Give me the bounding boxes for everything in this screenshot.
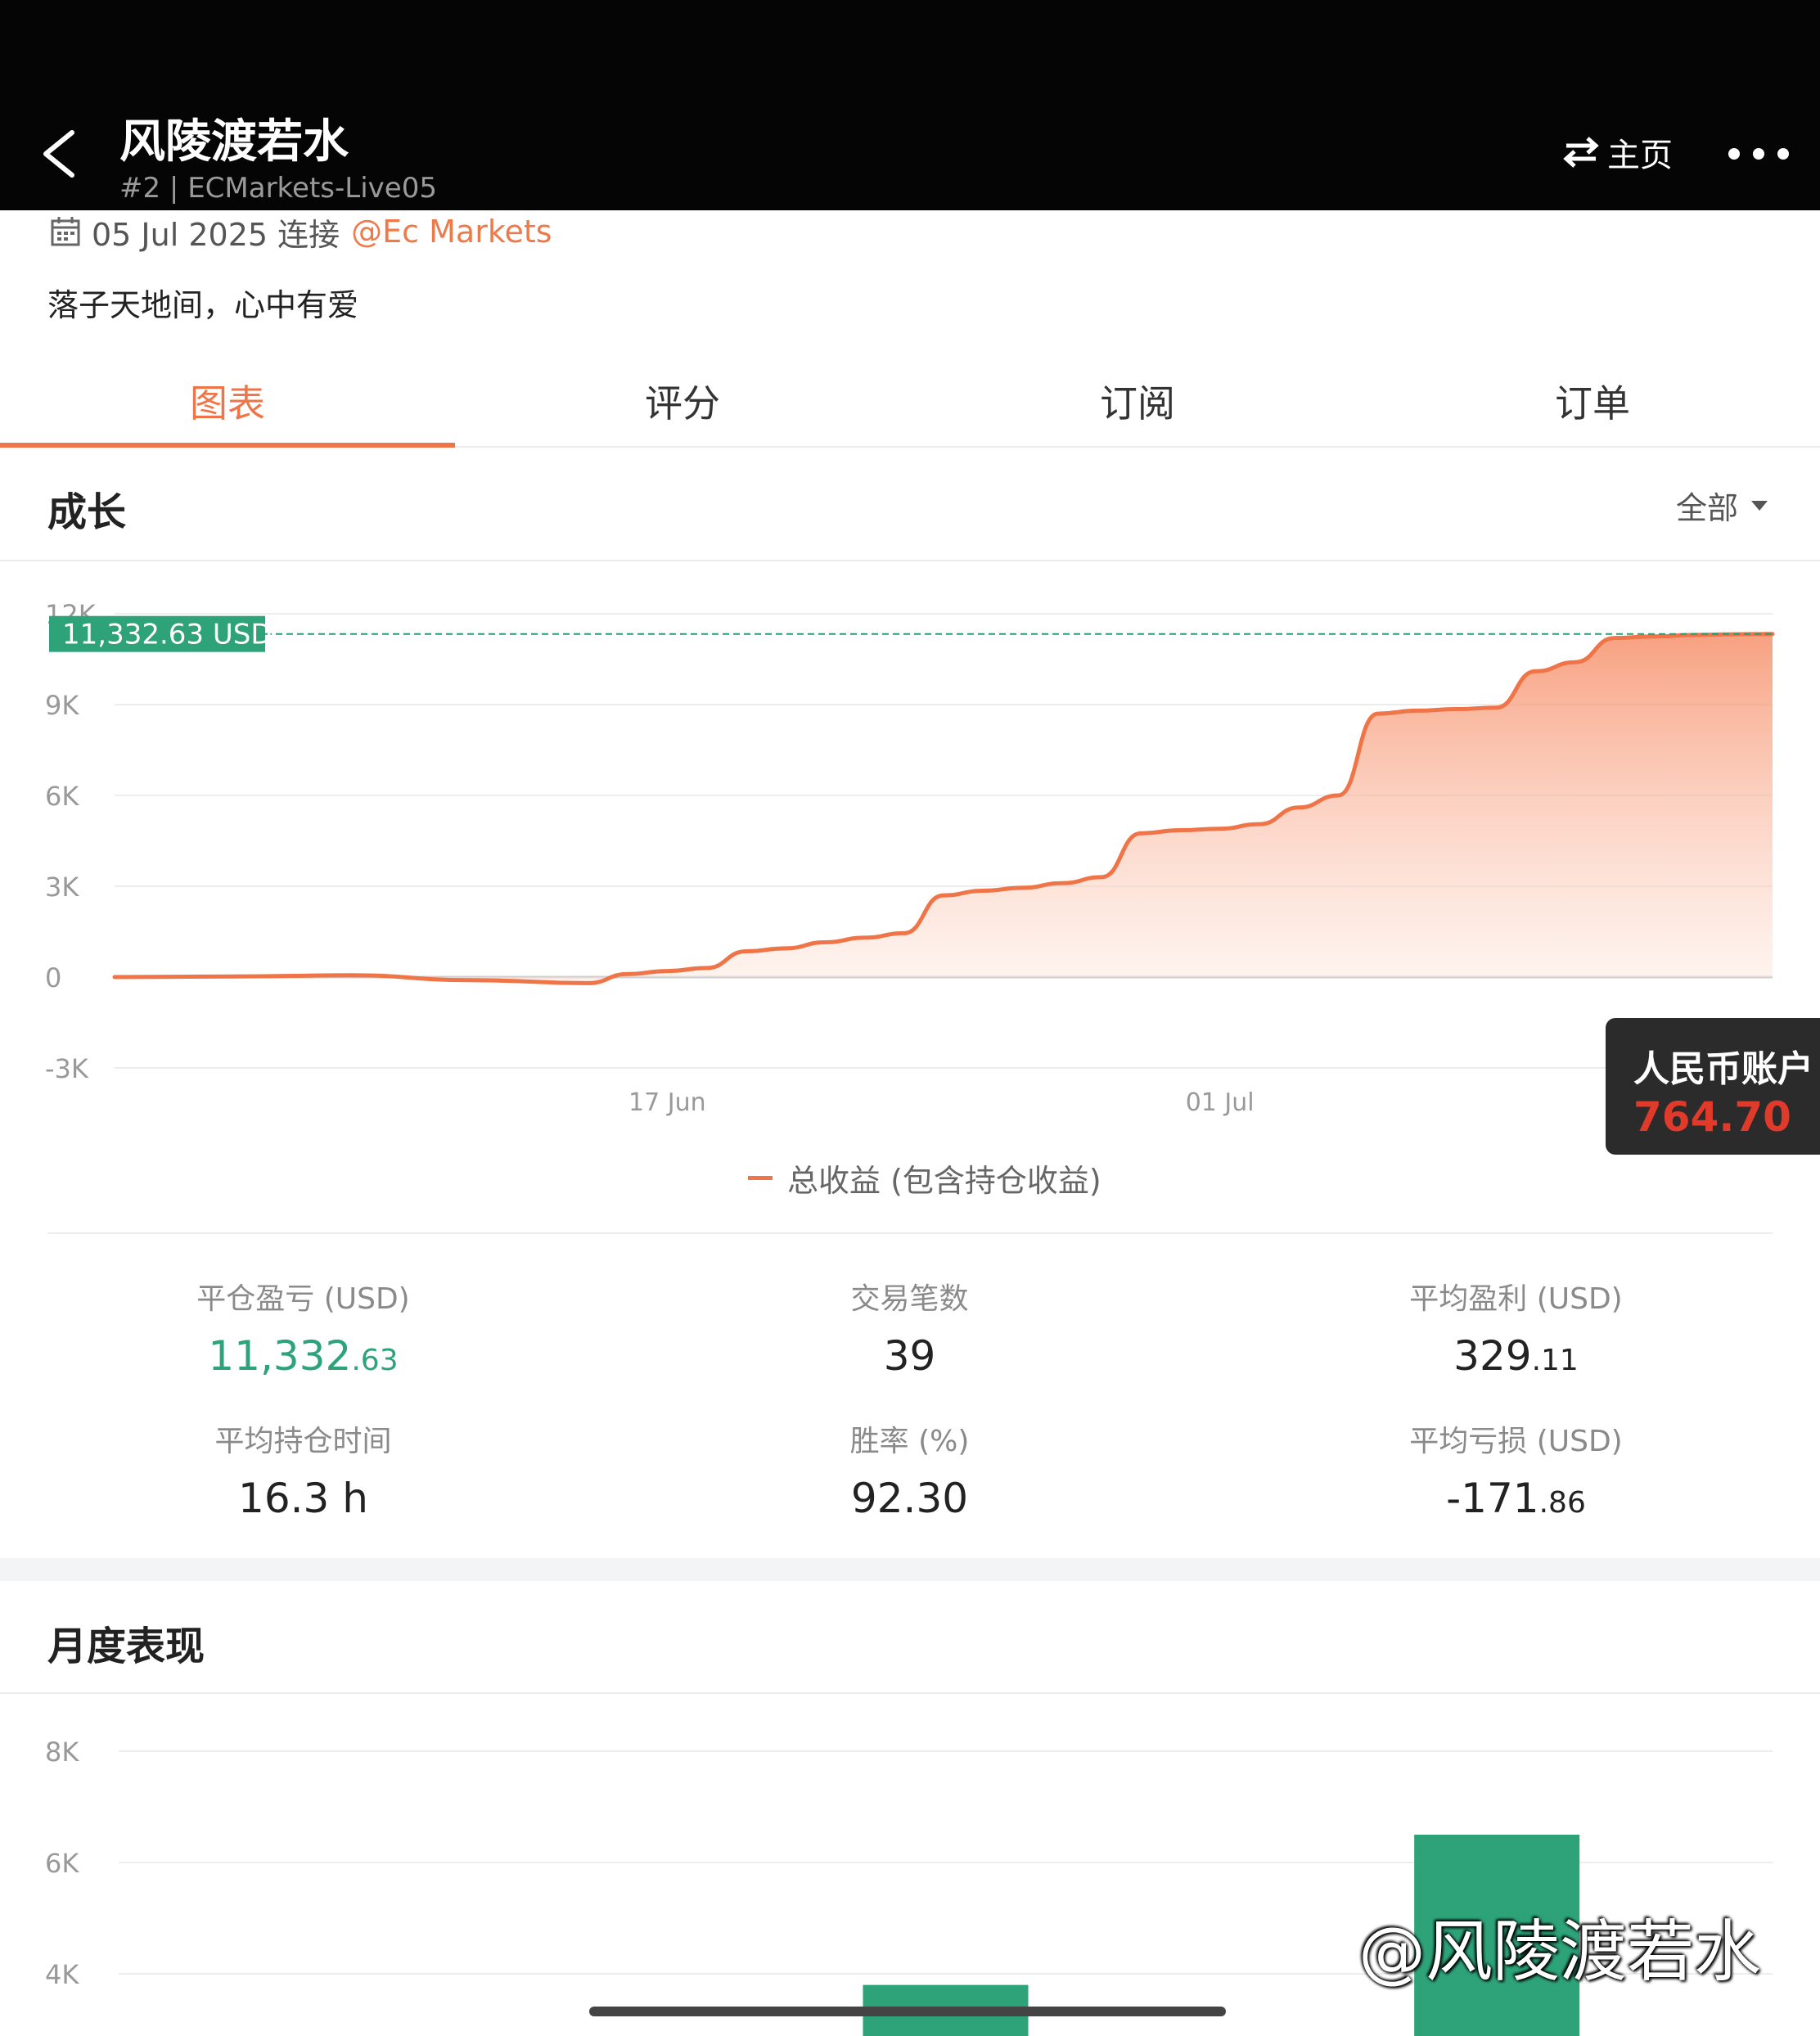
- tooltip-title: 人民币账户: [1633, 1048, 1813, 1090]
- stat-value: -171.86: [1213, 1475, 1819, 1522]
- calendar-icon: [51, 217, 80, 246]
- y-tick-label: 0: [45, 962, 61, 993]
- tab-orders[interactable]: 订单: [1365, 356, 1820, 446]
- stat-label: 平均盈利 (USD): [1409, 1282, 1623, 1316]
- swap-icon: [1563, 137, 1599, 168]
- y-tick-label: 8K: [45, 1736, 79, 1768]
- x-tick-label: 01 Jul: [1186, 1088, 1255, 1117]
- current-value-label: 11,332.63 USD: [62, 619, 273, 651]
- y-tick-label: 4K: [45, 1959, 79, 1990]
- stat-avg-loss: 平均亏损 (USD) -171.86: [1213, 1417, 1819, 1522]
- tab-bar: 图表 评分 订阅 订单: [0, 356, 1820, 448]
- y-tick-label: 6K: [45, 1848, 79, 1879]
- stat-main: 39: [883, 1332, 936, 1380]
- chart-legend: 总收益 (包含持仓收益): [748, 1155, 1101, 1200]
- stats-divider: [47, 1232, 1773, 1234]
- growth-title: 成长: [47, 489, 127, 535]
- tab-label: 图表: [190, 381, 265, 426]
- page-title: 风陵渡若水: [119, 115, 349, 169]
- legend-swatch: [748, 1176, 773, 1180]
- tab-label: 评分: [645, 381, 720, 426]
- home-label: 主页: [1607, 137, 1673, 174]
- stat-label: 平均持仓时间: [214, 1425, 392, 1458]
- stat-main: -171: [1446, 1475, 1539, 1522]
- stat-label: 平仓盈亏 (USD): [196, 1282, 410, 1316]
- y-tick-label: 9K: [45, 690, 79, 721]
- stat-avg-profit: 平均盈利 (USD) 329.11: [1213, 1275, 1819, 1380]
- y-tick-label: 6K: [45, 781, 79, 812]
- stat-main: 329: [1453, 1332, 1532, 1380]
- stat-value: 11,332.63: [0, 1332, 606, 1380]
- growth-area: [115, 633, 1773, 984]
- more-dot-icon: [1753, 148, 1764, 160]
- more-dot-icon: [1728, 148, 1740, 160]
- stat-decimal: .11: [1531, 1344, 1579, 1377]
- y-tick-label: -3K: [45, 1053, 89, 1084]
- stat-win-rate: 胜率 (%) 92.30: [606, 1417, 1213, 1522]
- connect-date: 05 Jul 2025 连接: [92, 216, 340, 253]
- account-tooltip[interactable]: 人民币账户 764.70: [1606, 1018, 1820, 1155]
- tab-label: 订阅: [1100, 381, 1175, 426]
- range-label: 全部: [1676, 490, 1739, 526]
- home-indicator[interactable]: [589, 2007, 1226, 2016]
- chevron-left-icon: [43, 130, 74, 178]
- more-dot-icon: [1777, 148, 1789, 160]
- stat-label: 交易笔数: [850, 1282, 969, 1316]
- profile-bio: 落子天地间，心中有爱: [47, 287, 359, 323]
- stat-label: 平均亏损 (USD): [1409, 1425, 1623, 1458]
- account-subtitle: #2 | ECMarkets-Live05: [119, 172, 437, 205]
- section-divider: [0, 560, 1820, 561]
- tab-subscribe[interactable]: 订阅: [910, 356, 1365, 446]
- stat-closed-pnl: 平仓盈亏 (USD) 11,332.63: [0, 1275, 606, 1380]
- legend-label: 总收益 (包含持仓收益): [787, 1163, 1101, 1199]
- back-button[interactable]: [33, 121, 90, 187]
- tab-rating[interactable]: 评分: [455, 356, 910, 446]
- tab-label: 订单: [1555, 381, 1630, 426]
- connect-info: 05 Jul 2025 连接 @Ec Markets: [49, 211, 552, 253]
- stat-value: 39: [606, 1332, 1213, 1380]
- broker-link[interactable]: @Ec Markets: [351, 214, 552, 250]
- stat-decimal: .86: [1538, 1486, 1586, 1520]
- tab-chart[interactable]: 图表: [0, 356, 455, 448]
- stat-main: 16.3 h: [238, 1475, 368, 1522]
- stat-value: 92.30: [606, 1475, 1213, 1522]
- stat-avg-hold-time: 平均持仓时间 16.3 h: [0, 1417, 606, 1522]
- stat-main: 11,332: [208, 1332, 352, 1380]
- caret-down-icon: [1751, 500, 1768, 511]
- stat-value: 16.3 h: [0, 1475, 606, 1522]
- stat-value: 329.11: [1213, 1332, 1819, 1380]
- y-tick-label: 3K: [45, 872, 79, 903]
- watermark-text: @风陵渡若水: [1358, 1913, 1762, 1991]
- range-dropdown[interactable]: 全部: [1676, 483, 1769, 528]
- monthly-title: 月度表现: [47, 1624, 205, 1669]
- stat-main: 92.30: [850, 1475, 969, 1522]
- more-options-button[interactable]: [1728, 139, 1789, 169]
- section-divider: [0, 1692, 1820, 1694]
- stat-label: 胜率 (%): [849, 1425, 970, 1458]
- stat-trade-count: 交易笔数 39: [606, 1275, 1213, 1380]
- stat-decimal: .63: [351, 1344, 399, 1377]
- growth-chart: 12K9K6K3K0-3K 11,332.63 USD 17 Jun 01 Jul…: [45, 599, 1807, 1117]
- home-button[interactable]: 主页: [1563, 129, 1673, 175]
- app-header: 风陵渡若水 #2 | ECMarkets-Live05 主页: [0, 0, 1820, 210]
- section-gap: [0, 1558, 1820, 1581]
- tooltip-value: 764.70: [1633, 1093, 1791, 1141]
- x-tick-label: 17 Jun: [628, 1088, 706, 1117]
